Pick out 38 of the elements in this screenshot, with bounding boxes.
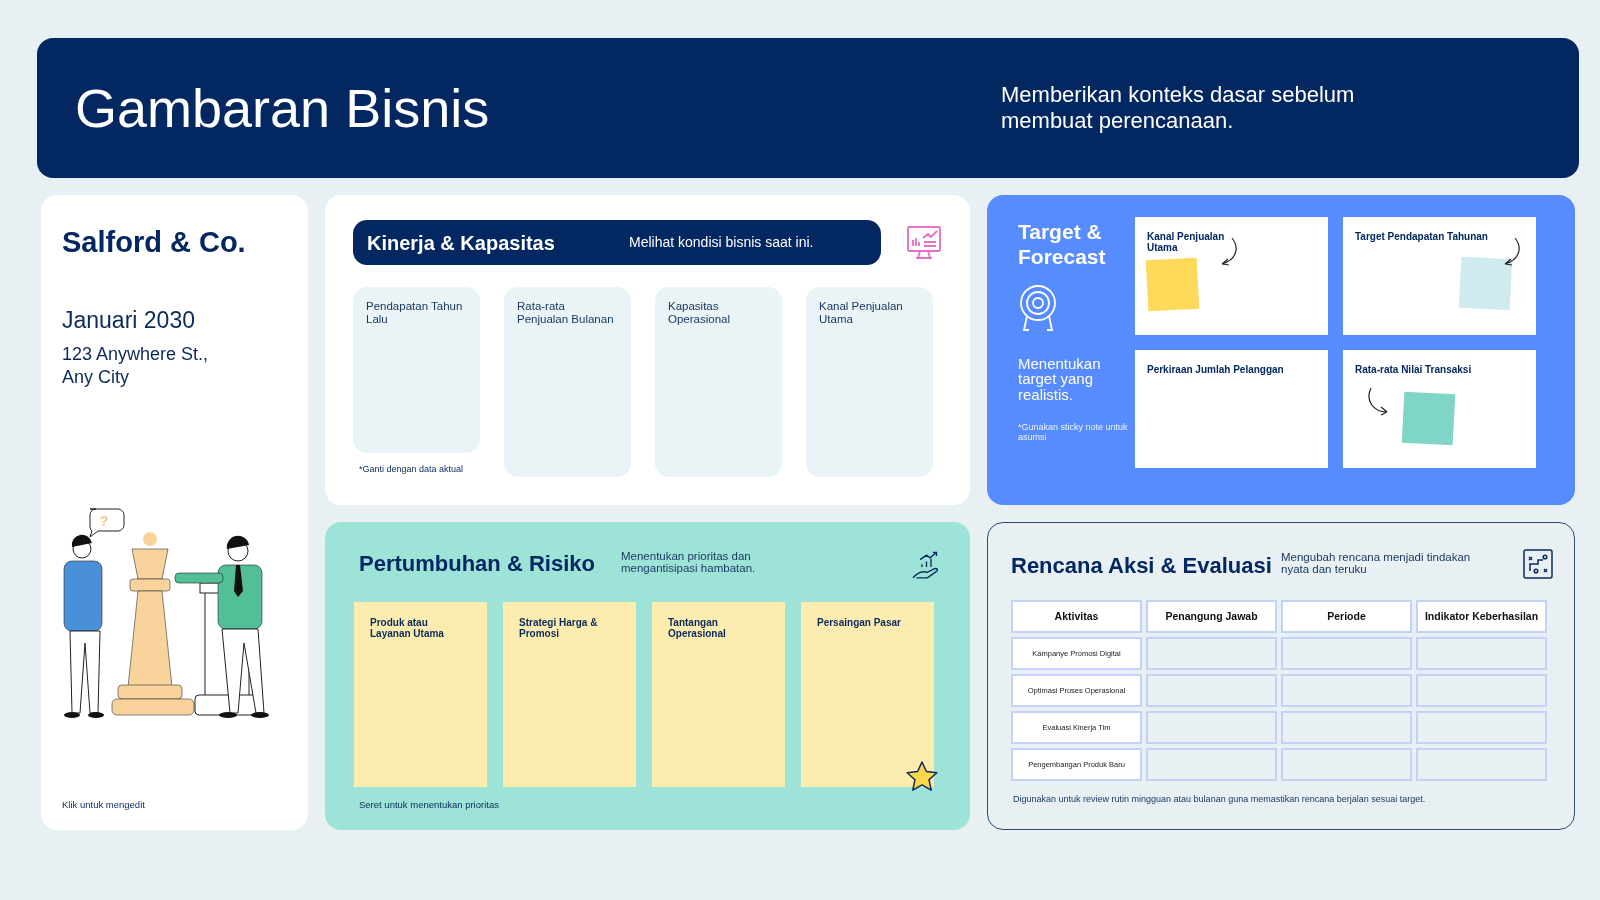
section-description: Melihat kondisi bisnis saat ini.	[629, 233, 814, 252]
strategy-board-icon	[1523, 549, 1553, 579]
target-icon	[1018, 283, 1058, 332]
sticky-column: Produk atau Layanan Utama	[354, 602, 487, 787]
metric-card: Rata-rata Penjualan Bulanan	[504, 287, 631, 477]
box-label: Target Pendapatan Tahunan	[1355, 232, 1489, 243]
edit-hint: Klik untuk mengedit	[62, 797, 145, 812]
footnote: *Ganti dengan data aktual	[358, 463, 465, 476]
drag-hint: Seret untuk menentukan prioritas	[359, 798, 500, 812]
section-title: Pertumbuhan & Risiko	[359, 550, 596, 578]
sticky-column: Tantangan Operasional	[652, 602, 785, 787]
company-name: Salford & Co.	[62, 225, 247, 260]
footnote: Digunakan untuk review rutin mingguan atau bulanan guna memastikan rencana berjalan sesuai target.	[1013, 793, 1427, 806]
monitor-chart-icon	[906, 224, 942, 261]
section-description: Mengubah rencana menjadi tindakan nyata dan teruku	[1281, 551, 1472, 576]
metric-card: Pendapatan Tahun Lalu	[353, 287, 480, 453]
section-description: Menentukan prioritas dan mengantisipasi hambatan.	[620, 550, 757, 575]
page-subtitle: Memberikan konteks dasar sebelum membuat perencanaan.	[1001, 81, 1356, 135]
box-label: Kanal Penjualan Utama	[1147, 232, 1226, 253]
column-header: Indikator Keberhasilan	[1416, 600, 1547, 633]
section-title: Rencana Aksi & Evaluasi	[1011, 552, 1273, 580]
sticky-column: Strategi Harga & Promosi	[503, 602, 636, 787]
report-date: Januari 2030	[62, 305, 196, 335]
column-header: Periode	[1281, 600, 1412, 633]
metric-card: Kanal Penjualan Utama	[806, 287, 933, 477]
column-header: Penangung Jawab	[1146, 600, 1277, 633]
company-address: 123 Anywhere St., Any City	[62, 343, 210, 388]
question-mark: ?	[99, 512, 109, 529]
box-label: Perkiraan Jumlah Pelanggan	[1147, 365, 1285, 376]
box-label: Rata-rata Nilai Transaksi	[1355, 365, 1473, 376]
sticky-column: Persaingan Pasar	[801, 602, 934, 787]
section-title: Target & Forecast	[1018, 220, 1107, 270]
page-title: Gambaran Bisnis	[75, 81, 490, 135]
section-description: Menentukan target yang realistis.	[1018, 355, 1102, 403]
column-header: Aktivitas	[1011, 600, 1142, 633]
footnote: *Gunakan sticky note untuk asumsi	[1018, 422, 1129, 443]
metric-card: Kapasitas Operasional	[655, 287, 782, 477]
section-title: Kinerja & Kapasitas	[367, 230, 556, 256]
